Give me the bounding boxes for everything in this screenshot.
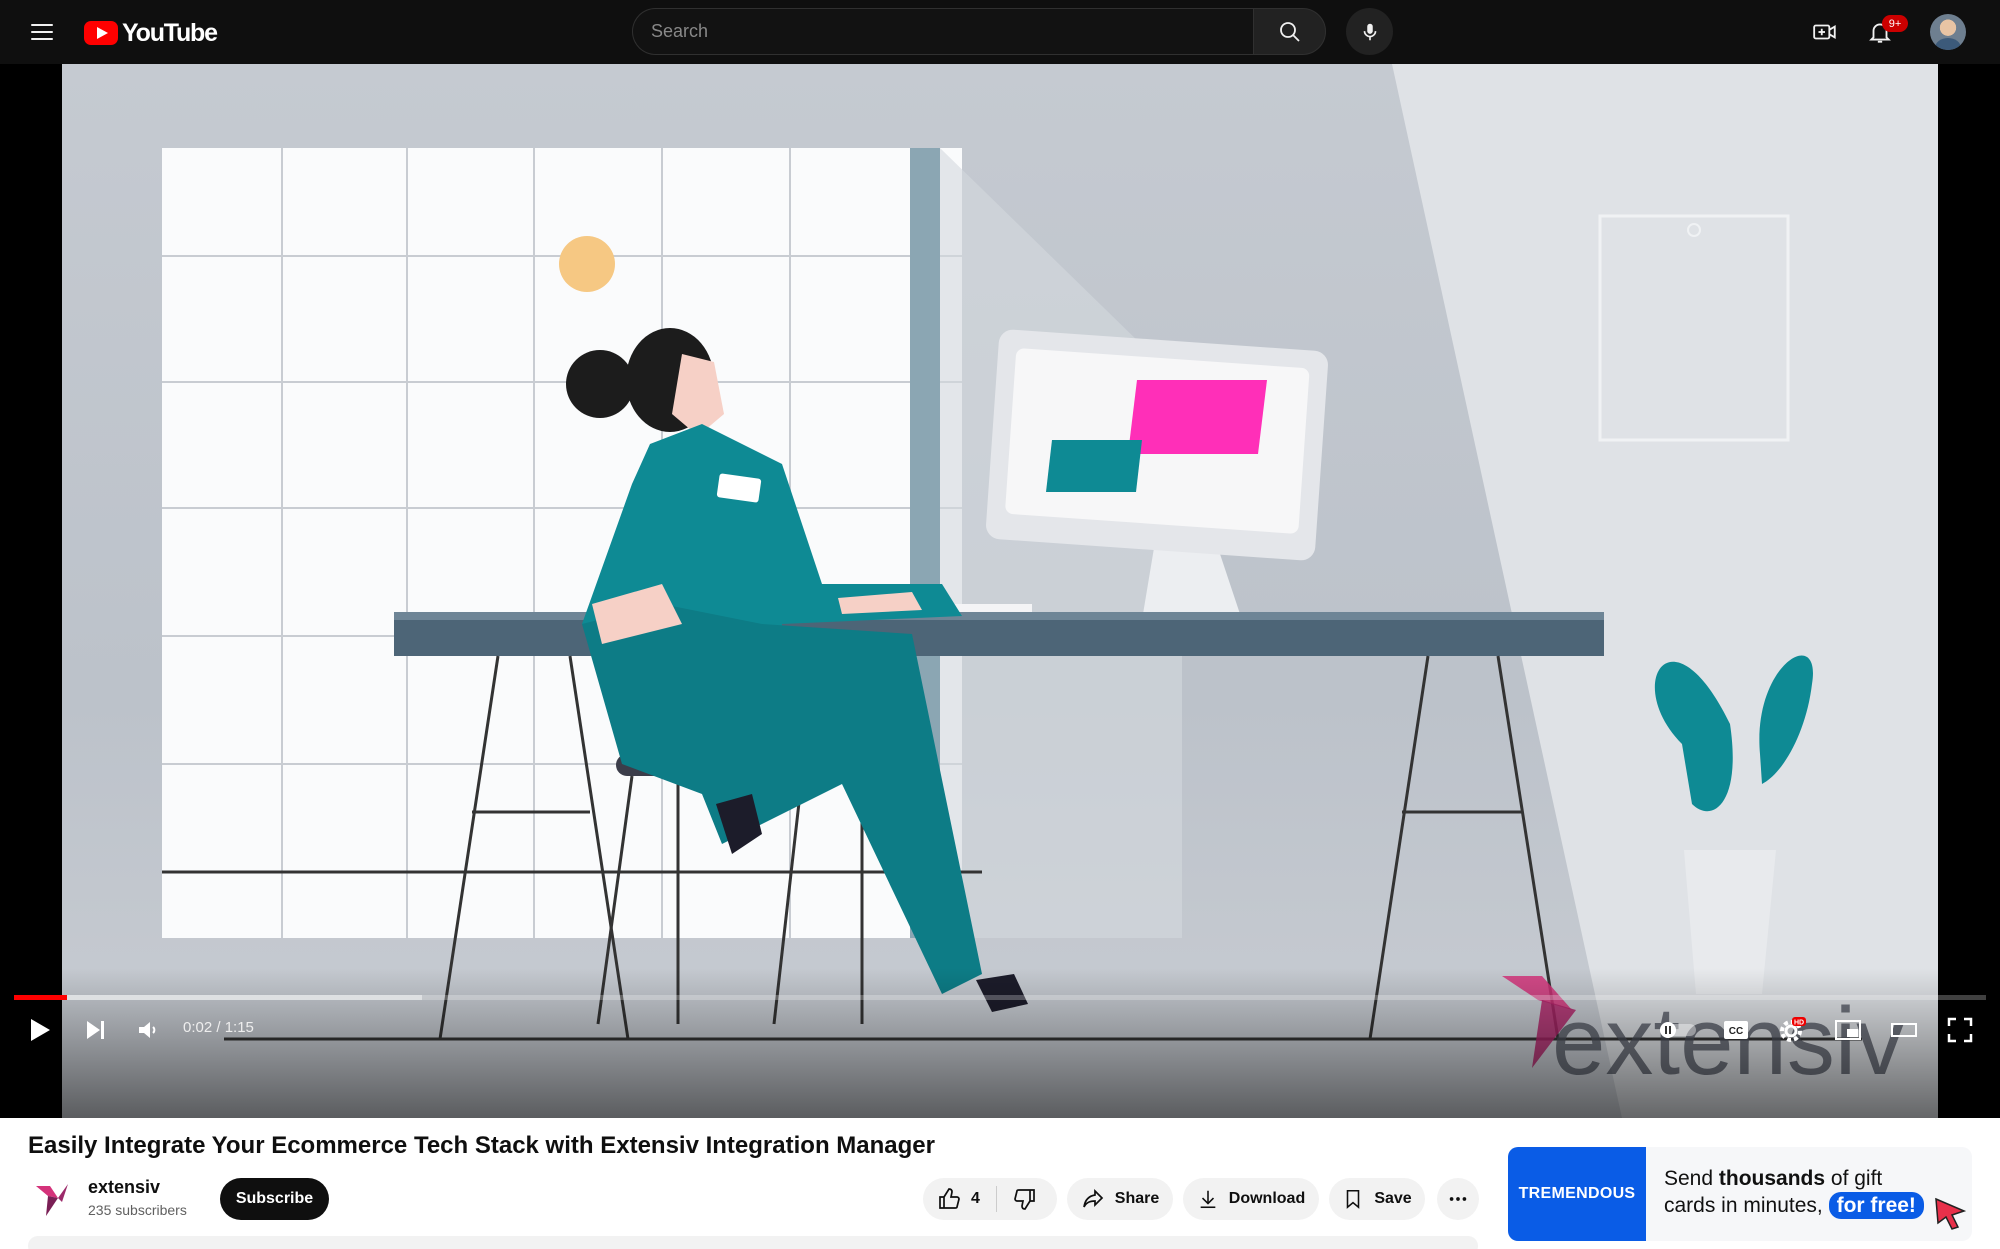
download-button[interactable]: Download	[1183, 1178, 1319, 1220]
search-icon	[1279, 21, 1300, 42]
miniplayer-button[interactable]	[1828, 1010, 1868, 1050]
miniplayer-icon	[1835, 1020, 1861, 1040]
logo-text: YouTube	[122, 18, 218, 47]
next-button[interactable]	[76, 1010, 116, 1050]
channel-avatar[interactable]	[28, 1176, 76, 1224]
like-button[interactable]: 4	[923, 1178, 980, 1220]
theater-mode-button[interactable]	[1884, 1010, 1924, 1050]
hamburger-icon	[31, 24, 53, 26]
extensiv-logo-icon	[36, 1184, 68, 1216]
subscriber-count: 235 subscribers	[88, 1202, 187, 1218]
autoplay-toggle[interactable]	[1655, 1010, 1701, 1050]
search-button[interactable]	[1253, 8, 1326, 55]
youtube-logo[interactable]: YouTube	[84, 18, 218, 48]
more-horizontal-icon	[1449, 1197, 1467, 1201]
captions-button[interactable]: CC	[1716, 1010, 1756, 1050]
settings-button[interactable]: HD	[1772, 1010, 1812, 1050]
youtube-play-logo-icon	[84, 21, 118, 45]
played-progress	[14, 995, 68, 1000]
youtube-watch-page: YouTube 9+	[0, 0, 2000, 1249]
mute-button[interactable]	[128, 1010, 168, 1050]
create-button[interactable]	[1805, 12, 1845, 52]
buffered-progress	[14, 995, 423, 1000]
video-player[interactable]: extensiv	[0, 64, 2000, 1118]
thumbs-down-icon	[1014, 1189, 1035, 1210]
more-actions-button[interactable]	[1437, 1178, 1479, 1220]
play-button[interactable]	[20, 1010, 60, 1050]
fullscreen-icon	[1947, 1017, 1973, 1043]
subscribe-button[interactable]: Subscribe	[220, 1178, 329, 1220]
play-icon	[31, 1019, 50, 1041]
channel-name[interactable]: extensiv	[88, 1177, 160, 1198]
bookmark-icon	[1347, 1189, 1360, 1209]
volume-icon	[139, 1022, 156, 1038]
search-input[interactable]	[651, 21, 1254, 42]
ad-message: Send thousands of gift cards in minutes,…	[1646, 1147, 1972, 1241]
captions-icon: CC	[1724, 1021, 1748, 1039]
account-avatar[interactable]	[1930, 14, 1966, 50]
skip-next-icon	[87, 1021, 104, 1039]
progress-bar[interactable]	[14, 995, 1986, 1000]
ad-cta[interactable]: for free!	[1828, 1192, 1924, 1219]
download-icon	[1200, 1190, 1216, 1209]
description-box[interactable]	[28, 1236, 1478, 1249]
share-button[interactable]: Share	[1067, 1178, 1173, 1220]
hd-badge: HD	[1794, 1020, 1804, 1027]
time-display: 0:02 / 1:15	[183, 1019, 254, 1036]
like-count: 4	[971, 1190, 980, 1207]
top-bar: YouTube 9+	[0, 0, 2000, 64]
share-icon	[1082, 1188, 1103, 1208]
create-video-icon	[1813, 24, 1836, 40]
dislike-button[interactable]	[997, 1178, 1053, 1220]
video-title: Easily Integrate Your Ecommerce Tech Sta…	[28, 1132, 935, 1159]
download-label: Download	[1228, 1190, 1306, 1207]
video-illustration: extensiv	[162, 64, 1938, 1118]
cursor-pointer-icon	[1935, 1197, 1966, 1230]
sponsored-ad[interactable]: TREMENDOUS Send thousands of gift cards …	[1508, 1147, 1972, 1241]
notification-count-badge: 9+	[1882, 15, 1908, 32]
microphone-icon	[1363, 23, 1376, 40]
save-button[interactable]: Save	[1329, 1178, 1425, 1220]
like-dislike-group: 4	[923, 1178, 1057, 1220]
menu-button[interactable]	[22, 12, 62, 52]
fullscreen-button[interactable]	[1940, 1010, 1980, 1050]
save-label: Save	[1374, 1190, 1412, 1207]
video-frame[interactable]: extensiv	[62, 64, 1938, 1118]
gear-icon: HD	[1780, 1017, 1806, 1042]
autoplay-toggle-icon	[1660, 1022, 1696, 1038]
ad-brand-panel: TREMENDOUS	[1508, 1147, 1646, 1241]
share-label: Share	[1114, 1190, 1160, 1207]
captions-label: CC	[1729, 1026, 1743, 1037]
thumbs-up-icon	[939, 1188, 960, 1209]
voice-search-button[interactable]	[1346, 8, 1393, 55]
ad-brand: TREMENDOUS	[1518, 1185, 1636, 1202]
theater-mode-icon	[1891, 1023, 1917, 1037]
search-box	[632, 8, 1254, 55]
